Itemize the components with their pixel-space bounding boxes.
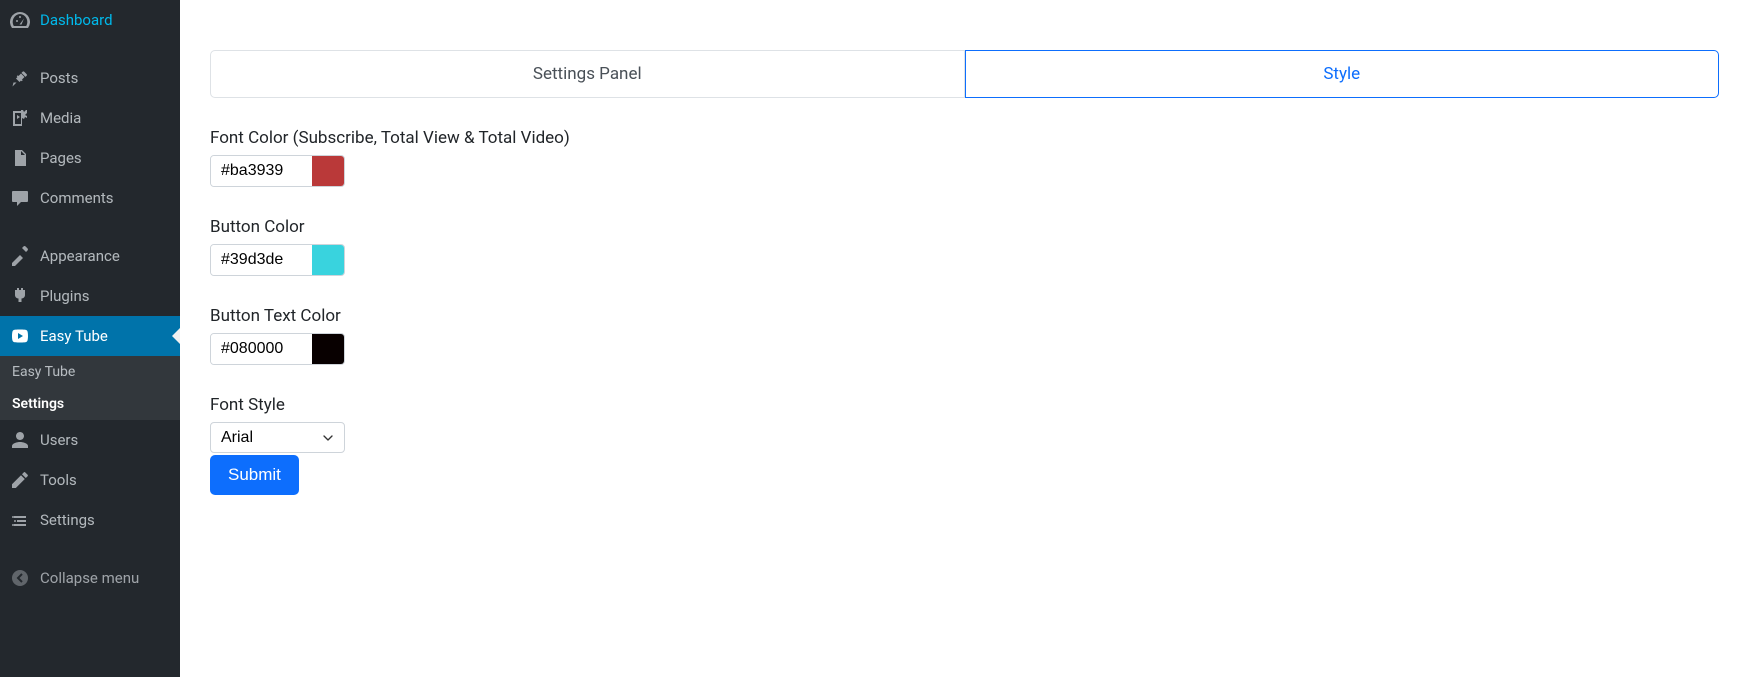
sidebar-submenu: Easy Tube Settings <box>0 356 180 420</box>
dashboard-icon <box>10 10 30 30</box>
sidebar-item-plugins[interactable]: Plugins <box>0 276 180 316</box>
sidebar-item-appearance[interactable]: Appearance <box>0 236 180 276</box>
collapse-icon <box>10 568 30 588</box>
users-icon <box>10 430 30 450</box>
sidebar-item-tools[interactable]: Tools <box>0 460 180 500</box>
media-icon <box>10 108 30 128</box>
button-text-color-input[interactable] <box>211 334 312 364</box>
button-text-color-label: Button Text Color <box>210 306 1719 326</box>
submenu-item-settings[interactable]: Settings <box>0 388 180 420</box>
button-text-color-input-wrap <box>210 333 345 365</box>
button-text-color-group: Button Text Color <box>210 306 1719 365</box>
plugins-icon <box>10 286 30 306</box>
font-style-group: Font Style Arial <box>210 395 1719 453</box>
font-color-input-wrap <box>210 155 345 187</box>
button-text-color-swatch[interactable] <box>312 334 344 364</box>
button-color-swatch[interactable] <box>312 245 344 275</box>
sidebar-item-label: Plugins <box>40 287 89 305</box>
font-color-input[interactable] <box>211 156 312 186</box>
sidebar-item-label: Users <box>40 431 78 449</box>
sidebar-item-settings[interactable]: Settings <box>0 500 180 540</box>
sidebar-item-collapse[interactable]: Collapse menu <box>0 558 180 598</box>
tools-icon <box>10 470 30 490</box>
font-style-label: Font Style <box>210 395 1719 415</box>
button-color-label: Button Color <box>210 217 1719 237</box>
sidebar-item-users[interactable]: Users <box>0 420 180 460</box>
submenu-item-easy-tube[interactable]: Easy Tube <box>0 356 180 388</box>
sidebar-item-media[interactable]: Media <box>0 98 180 138</box>
appearance-icon <box>10 246 30 266</box>
pin-icon <box>10 68 30 88</box>
button-color-input-wrap <box>210 244 345 276</box>
youtube-icon <box>10 326 30 346</box>
tab-style[interactable]: Style <box>965 50 1720 98</box>
sidebar-item-easy-tube[interactable]: Easy Tube <box>0 316 180 356</box>
sidebar-item-label: Pages <box>40 149 82 167</box>
button-color-input[interactable] <box>211 245 312 275</box>
sidebar-item-label: Tools <box>40 471 77 489</box>
sidebar-item-label: Media <box>40 109 81 127</box>
font-color-label: Font Color (Subscribe, Total View & Tota… <box>210 128 1719 148</box>
sidebar-item-label: Collapse menu <box>40 569 139 587</box>
tab-nav: Settings Panel Style <box>210 50 1719 98</box>
settings-icon <box>10 510 30 530</box>
main-content: Settings Panel Style Font Color (Subscri… <box>180 0 1749 677</box>
sidebar-item-label: Appearance <box>40 247 120 265</box>
tab-settings-panel[interactable]: Settings Panel <box>210 50 965 98</box>
sidebar-item-label: Posts <box>40 69 78 87</box>
sidebar-item-posts[interactable]: Posts <box>0 58 180 98</box>
sidebar-item-label: Dashboard <box>40 11 113 29</box>
comments-icon <box>10 188 30 208</box>
font-style-select[interactable]: Arial <box>210 422 345 453</box>
sidebar-item-label: Settings <box>40 511 95 529</box>
sidebar-item-dashboard[interactable]: Dashboard <box>0 0 180 40</box>
admin-sidebar: Dashboard Posts Media Pages Comments App… <box>0 0 180 677</box>
sidebar-item-label: Easy Tube <box>40 327 108 345</box>
sidebar-item-label: Comments <box>40 189 114 207</box>
button-color-group: Button Color <box>210 217 1719 276</box>
pages-icon <box>10 148 30 168</box>
submit-button[interactable]: Submit <box>210 455 299 495</box>
font-color-swatch[interactable] <box>312 156 344 186</box>
sidebar-item-comments[interactable]: Comments <box>0 178 180 218</box>
font-color-group: Font Color (Subscribe, Total View & Tota… <box>210 128 1719 187</box>
sidebar-item-pages[interactable]: Pages <box>0 138 180 178</box>
